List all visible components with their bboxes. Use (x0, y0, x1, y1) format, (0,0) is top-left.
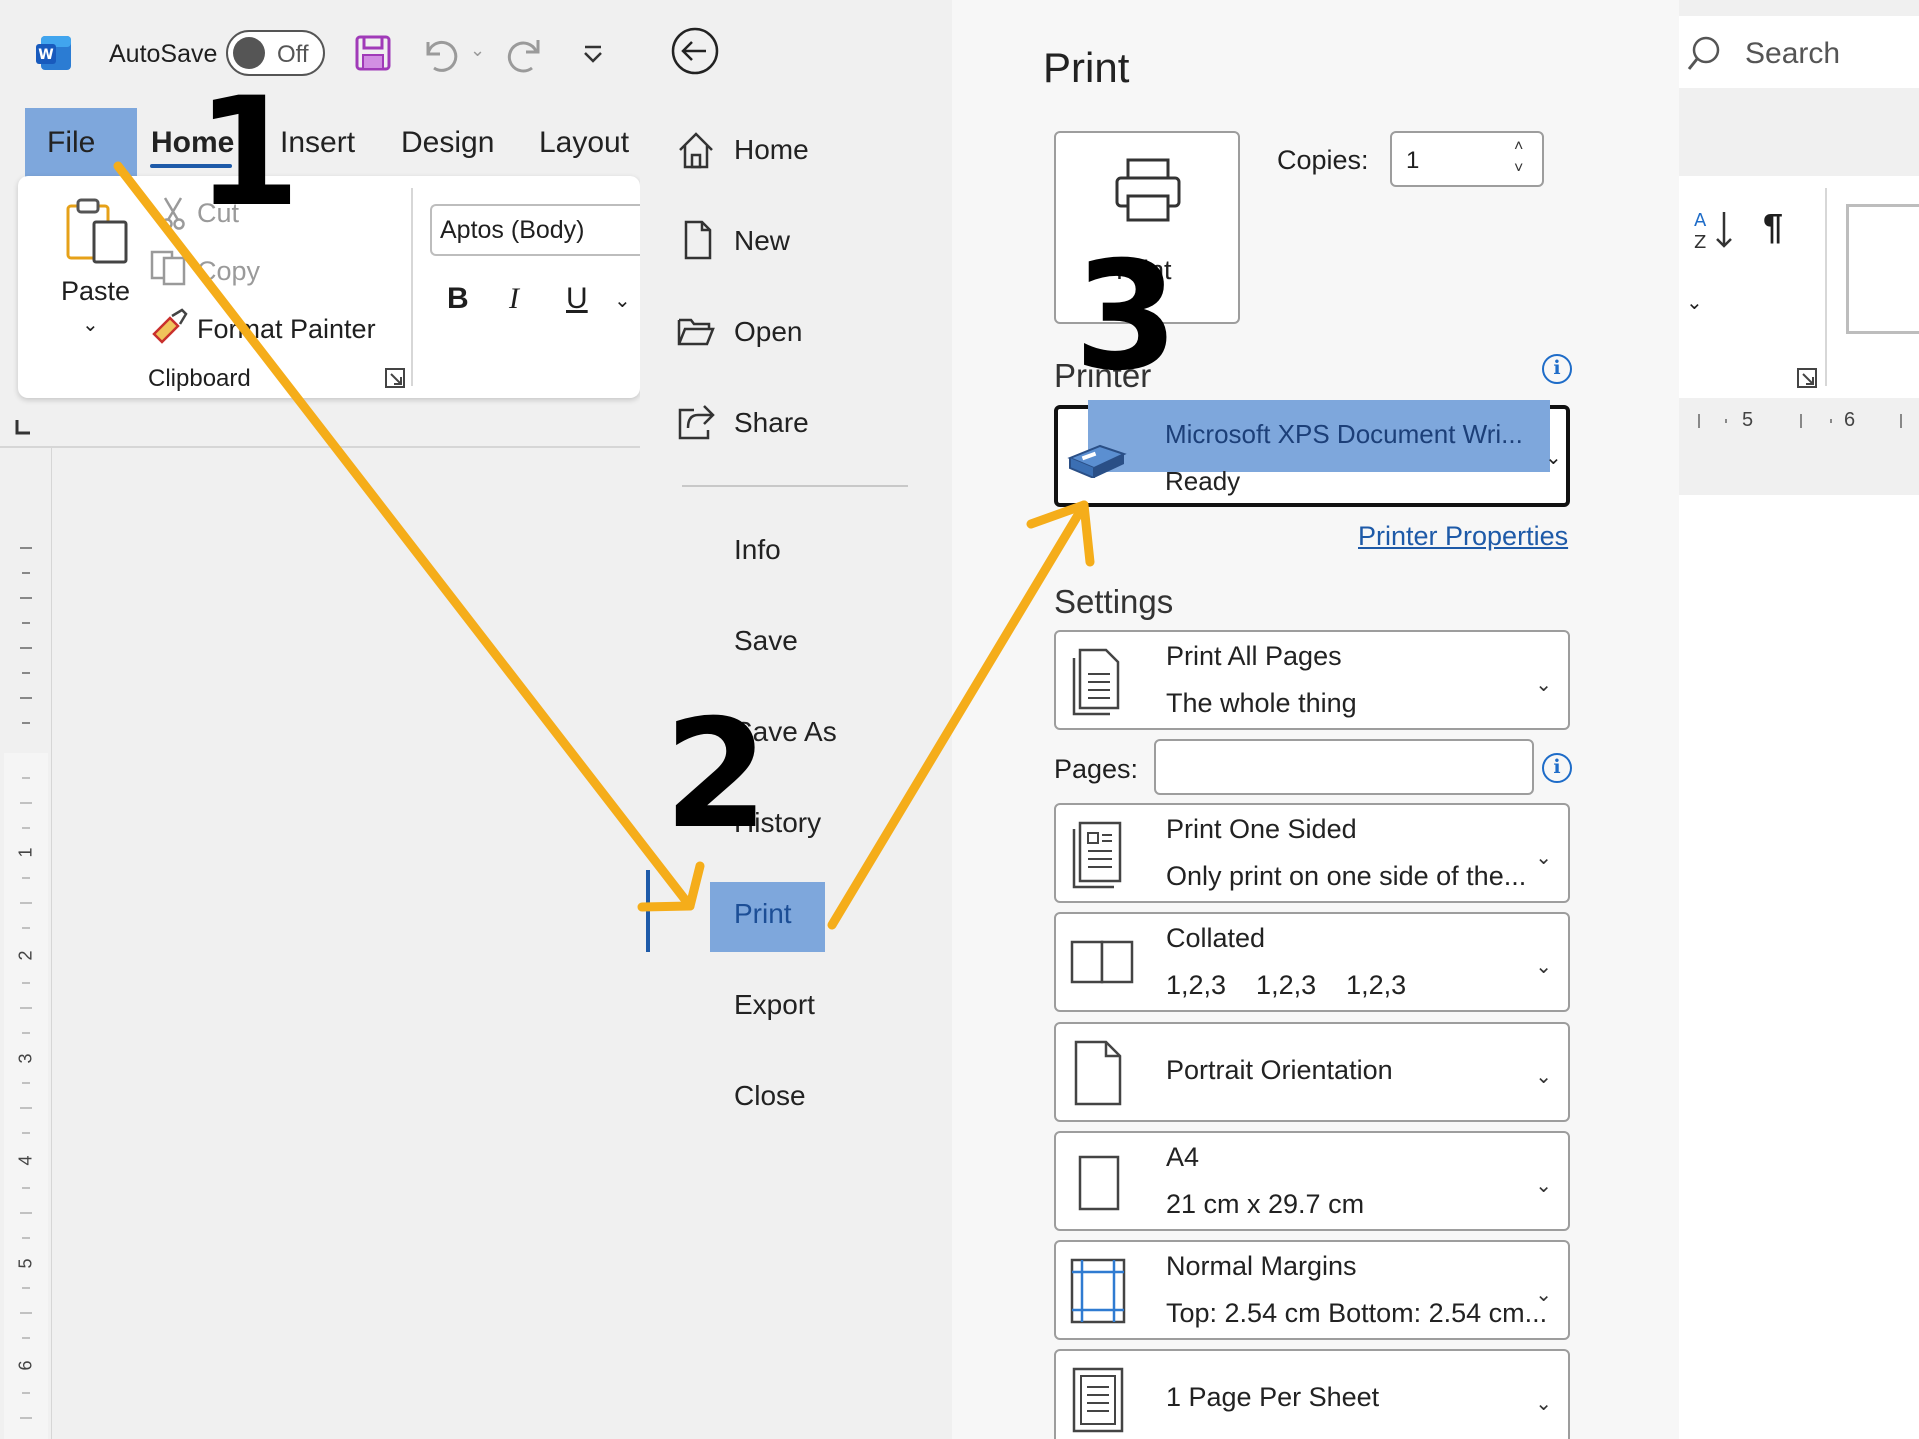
step-3-label: 3 (1074, 230, 1179, 404)
arrow-head-step3 (1026, 500, 1095, 567)
arrow-step1-to-step2 (113, 161, 695, 911)
arrow-step2-to-step3 (827, 500, 1089, 930)
step-1-label: 1 (196, 66, 301, 240)
step-2-label: 2 (664, 688, 769, 862)
